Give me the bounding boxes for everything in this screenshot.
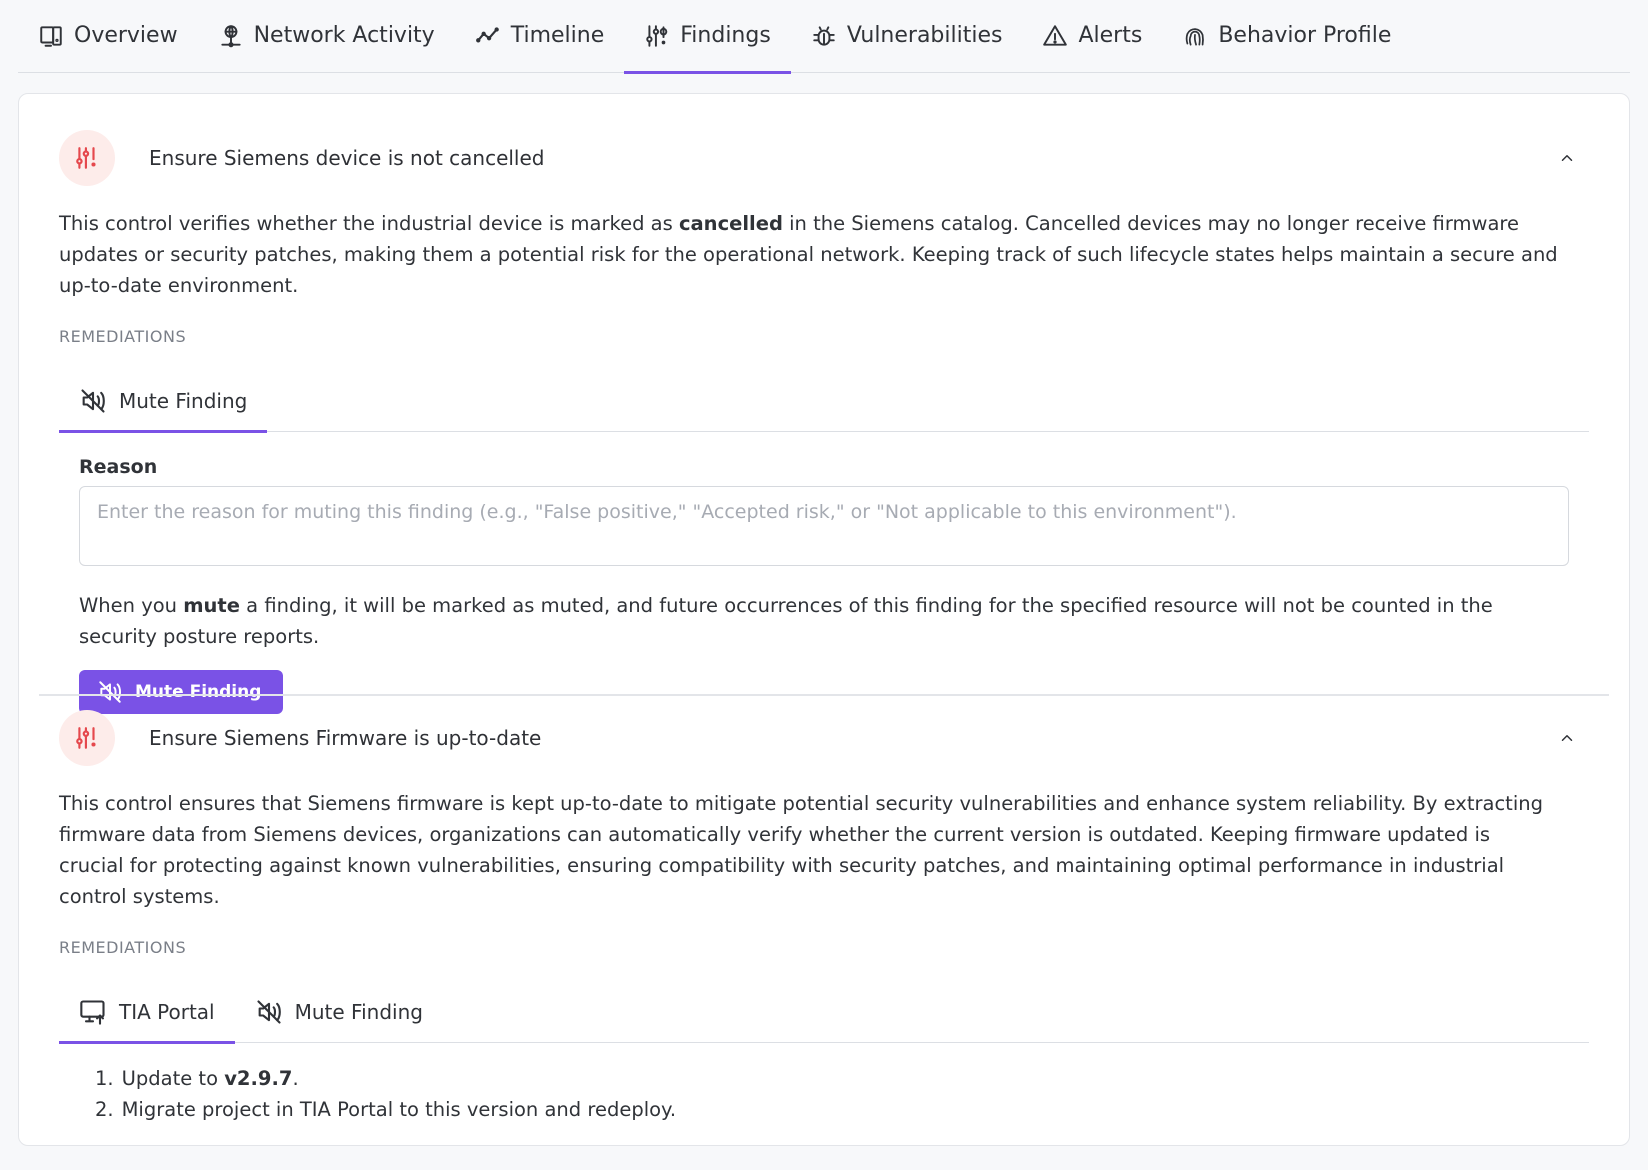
finding-device-cancelled: Ensure Siemens device is not cancelled T… [59, 130, 1589, 714]
tab-findings[interactable]: Findings [624, 0, 791, 74]
tab-label: Timeline [510, 23, 605, 48]
subtab-mute-finding[interactable]: Mute Finding [235, 981, 443, 1042]
device-icon [38, 23, 64, 49]
tab-network-activity[interactable]: Network Activity [198, 0, 455, 72]
tab-label: Overview [74, 23, 178, 48]
mute-note: When you mute a finding, it will be mark… [79, 594, 1493, 648]
tab-label: Behavior Profile [1218, 23, 1392, 48]
mute-icon [97, 679, 123, 705]
finding-title: Ensure Siemens device is not cancelled [149, 146, 545, 170]
findings-card: Ensure Siemens device is not cancelled T… [18, 93, 1630, 1146]
finding-description: This control verifies whether the indust… [59, 212, 1558, 297]
finding-description: This control ensures that Siemens firmwa… [59, 792, 1543, 908]
mute-finding-button[interactable]: Mute Finding [79, 670, 284, 714]
remediation-tabs: Mute Finding [59, 370, 1589, 433]
sliders-alert-icon [74, 725, 100, 751]
finding-firmware-up-to-date: Ensure Siemens Firmware is up-to-date Th… [59, 710, 1589, 1125]
mute-icon [79, 387, 107, 415]
mute-panel: Reason When you mute a finding, it will … [59, 456, 1589, 714]
mute-icon [255, 998, 283, 1026]
finding-divider [39, 694, 1609, 696]
tab-label: Network Activity [253, 23, 435, 48]
remediation-steps: 1. Update to v2.9.7. 2. Migrate project … [59, 1063, 1589, 1125]
reason-input[interactable] [79, 486, 1569, 566]
finding-severity-badge [59, 130, 115, 186]
chevron-up-icon[interactable] [1555, 146, 1579, 170]
tab-label: Alerts [1078, 23, 1143, 48]
bug-icon [811, 23, 837, 49]
finding-title: Ensure Siemens Firmware is up-to-date [149, 726, 542, 750]
subtab-tia-portal[interactable]: TIA Portal [59, 981, 235, 1044]
finding-severity-badge [59, 710, 115, 766]
finding-header[interactable]: Ensure Siemens device is not cancelled [59, 130, 1589, 186]
subtab-label: Mute Finding [119, 388, 248, 413]
subtab-label: TIA Portal [119, 999, 215, 1024]
monitor-upload-icon [79, 998, 107, 1026]
tab-overview[interactable]: Overview [18, 0, 198, 72]
tab-label: Vulnerabilities [846, 23, 1003, 48]
top-tab-bar: Overview Network Activity Timeline Findi… [18, 0, 1630, 74]
tab-alerts[interactable]: Alerts [1022, 0, 1162, 72]
tab-vulnerabilities[interactable]: Vulnerabilities [791, 0, 1023, 72]
remediation-tabs: TIA Portal Mute Finding [59, 981, 1589, 1044]
network-icon [218, 23, 244, 49]
sliders-alert-icon [74, 145, 100, 171]
list-item: 1. Update to v2.9.7. [95, 1067, 299, 1090]
warning-icon [1042, 23, 1068, 49]
timeline-icon [475, 23, 501, 49]
reason-label: Reason [79, 456, 158, 478]
remediations-label: REMEDIATIONS [59, 938, 187, 957]
chevron-up-icon[interactable] [1555, 726, 1579, 750]
tab-timeline[interactable]: Timeline [455, 0, 625, 72]
tab-behavior-profile[interactable]: Behavior Profile [1162, 0, 1411, 72]
finding-header[interactable]: Ensure Siemens Firmware is up-to-date [59, 710, 1589, 766]
list-item: 2. Migrate project in TIA Portal to this… [95, 1098, 677, 1121]
tab-label: Findings [680, 23, 771, 48]
fingerprint-icon [1182, 23, 1208, 49]
mute-button-label: Mute Finding [135, 682, 262, 702]
remediations-label: REMEDIATIONS [59, 327, 187, 346]
sliders-alert-icon [644, 23, 670, 49]
subtab-mute-finding[interactable]: Mute Finding [59, 370, 268, 433]
subtab-label: Mute Finding [294, 999, 423, 1024]
